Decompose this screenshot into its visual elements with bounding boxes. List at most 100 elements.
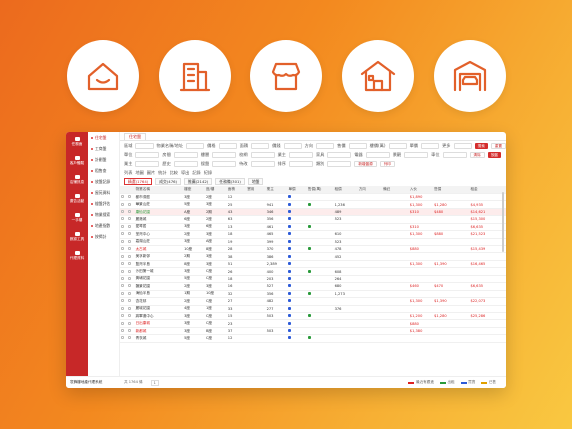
filter-box[interactable] xyxy=(135,160,160,167)
row-expand-cell[interactable] xyxy=(127,260,135,269)
submenu-item[interactable]: 租售查 xyxy=(88,165,119,176)
row-expand-cell[interactable] xyxy=(127,208,135,217)
row-checkbox-cell[interactable] xyxy=(120,238,128,247)
table-scrollbar[interactable] xyxy=(502,192,504,252)
filter-box[interactable] xyxy=(250,151,275,158)
expand-toggle[interactable] xyxy=(128,232,132,236)
expand-toggle[interactable] xyxy=(128,276,132,280)
row-checkbox-cell[interactable] xyxy=(120,290,128,299)
sidebar-item[interactable]: 店鋪訊息 xyxy=(66,170,88,189)
filter-box[interactable] xyxy=(173,160,198,167)
checkbox[interactable] xyxy=(121,210,124,214)
expand-toggle[interactable] xyxy=(128,336,132,340)
submenu-item[interactable]: 物業搜索 xyxy=(88,209,119,220)
expand-toggle[interactable] xyxy=(128,217,132,221)
table-row[interactable]: 將軍澳中心 3座 C座 15 503 $1,200 $1,280 $25,286 xyxy=(120,312,506,321)
filter-box[interactable] xyxy=(348,142,367,149)
sidebar-item[interactable]: 客戶體驗 xyxy=(66,151,88,170)
table-row[interactable]: 沙田第一城 3座 C座 26 400 608 xyxy=(120,267,506,276)
table-row[interactable]: 麗城花園 4座 1座 33 277 376 xyxy=(120,305,506,313)
submenu-item[interactable]: 計劃盤 xyxy=(88,154,119,165)
column-header[interactable]: 租價 xyxy=(333,186,358,194)
checkbox[interactable] xyxy=(121,321,124,325)
row-checkbox-cell[interactable] xyxy=(120,252,128,261)
column-header[interactable]: 入伙 xyxy=(408,186,434,194)
table-row[interactable]: 荃灣中心 2座 3座 18 465 610 $1,300 $880 $21,523 xyxy=(120,230,506,239)
view-option[interactable]: 記錄 xyxy=(192,170,200,176)
pager-page[interactable]: 1 xyxy=(150,379,159,386)
table-row[interactable]: 太古城 10座 8座 28 370 478 $880 $15,439 xyxy=(120,245,506,254)
row-checkbox-cell[interactable] xyxy=(120,334,128,343)
checkbox[interactable] xyxy=(121,202,124,206)
row-expand-cell[interactable] xyxy=(127,223,135,232)
column-header[interactable]: 座/樓 xyxy=(204,186,227,194)
row-expand-cell[interactable] xyxy=(127,282,135,291)
row-expand-cell[interactable] xyxy=(127,252,135,261)
row-expand-cell[interactable] xyxy=(127,290,135,299)
expand-toggle[interactable] xyxy=(128,291,132,295)
table-row[interactable]: 藍灣半島 8座 3座 51 2,389 $1,300 $1,390 $16,465 xyxy=(120,260,506,269)
submenu-item[interactable]: 住宅盤 xyxy=(88,132,119,143)
submenu-item[interactable]: 屋苑資料 xyxy=(88,187,119,198)
filter-box[interactable] xyxy=(251,142,270,149)
row-checkbox-cell[interactable] xyxy=(120,208,128,217)
row-expand-cell[interactable] xyxy=(127,312,135,321)
row-expand-cell[interactable] xyxy=(127,267,135,276)
column-header[interactable]: 方向 xyxy=(357,186,383,194)
table-row[interactable]: 都市濠庭 3座 2座 12 $1,890 xyxy=(120,193,506,202)
row-expand-cell[interactable] xyxy=(127,334,135,343)
quick-tab[interactable]: 地盤 xyxy=(247,178,264,185)
column-header[interactable]: 面積 xyxy=(226,186,247,194)
filter-box[interactable] xyxy=(135,151,160,158)
checkbox[interactable] xyxy=(121,217,124,221)
table-row[interactable]: 嘉湖山莊 3座 A座 19 399 523 xyxy=(120,238,506,247)
column-header[interactable]: 物業名稱 xyxy=(134,186,184,194)
checkbox[interactable] xyxy=(121,239,124,243)
column-header[interactable]: 實用 xyxy=(246,186,266,194)
column-header[interactable]: 售價 xyxy=(433,186,470,194)
expand-toggle[interactable] xyxy=(128,329,132,333)
filter-box[interactable] xyxy=(453,142,472,149)
table-row[interactable]: 康怡花園 A座 2期 43 346 489 $310 $480 $14,621 xyxy=(120,208,506,217)
add-listing-button[interactable]: 新增盤源 xyxy=(354,160,377,167)
tab-residential[interactable]: 住宅盤 xyxy=(124,133,146,140)
expand-toggle[interactable] xyxy=(128,202,132,206)
row-checkbox-cell[interactable] xyxy=(120,275,128,284)
row-checkbox-cell[interactable] xyxy=(120,245,128,254)
filter-box[interactable] xyxy=(327,160,352,167)
filter-box[interactable] xyxy=(250,160,275,167)
filter-box[interactable] xyxy=(218,142,237,149)
quick-tab[interactable]: 精選(1764) xyxy=(124,178,153,185)
checkbox[interactable] xyxy=(121,329,124,333)
filter-box[interactable] xyxy=(186,142,205,149)
filter-box[interactable] xyxy=(283,142,302,149)
checkbox[interactable] xyxy=(121,306,124,310)
sidebar-item[interactable]: 任務面 xyxy=(66,132,88,151)
row-expand-cell[interactable] xyxy=(127,245,135,254)
quick-tab[interactable]: 推薦(2142) xyxy=(184,178,213,185)
checkbox[interactable] xyxy=(121,262,124,266)
filter-box[interactable] xyxy=(212,160,237,167)
quick-tab[interactable]: 成交(476) xyxy=(155,178,182,185)
checkbox[interactable] xyxy=(121,284,124,288)
column-header[interactable]: 樓座 xyxy=(183,186,205,194)
row-checkbox-cell[interactable] xyxy=(120,260,128,269)
row-expand-cell[interactable] xyxy=(127,275,135,284)
filter-box[interactable] xyxy=(212,151,237,158)
table-row[interactable]: 杏花邨 2座 C座 27 482 $1,300 $1,390 $22,073 xyxy=(120,297,506,306)
filter-box[interactable] xyxy=(442,151,467,158)
view-option[interactable]: 導出 xyxy=(181,170,189,176)
row-checkbox-cell[interactable] xyxy=(120,282,128,291)
checkbox[interactable] xyxy=(121,232,124,236)
row-checkbox-cell[interactable] xyxy=(120,297,128,306)
reset-button[interactable]: 重置 xyxy=(490,142,506,149)
row-expand-cell[interactable] xyxy=(127,297,135,306)
submenu-item[interactable]: 按揭計 xyxy=(88,231,119,242)
filter-box[interactable] xyxy=(288,151,313,158)
expand-toggle[interactable] xyxy=(128,239,132,243)
column-header[interactable]: 售價(萬) xyxy=(306,186,334,194)
row-expand-cell[interactable] xyxy=(127,230,135,239)
checkbox[interactable] xyxy=(121,254,124,258)
submenu-item[interactable]: 地產指數 xyxy=(88,220,119,231)
checkbox[interactable] xyxy=(121,314,124,318)
